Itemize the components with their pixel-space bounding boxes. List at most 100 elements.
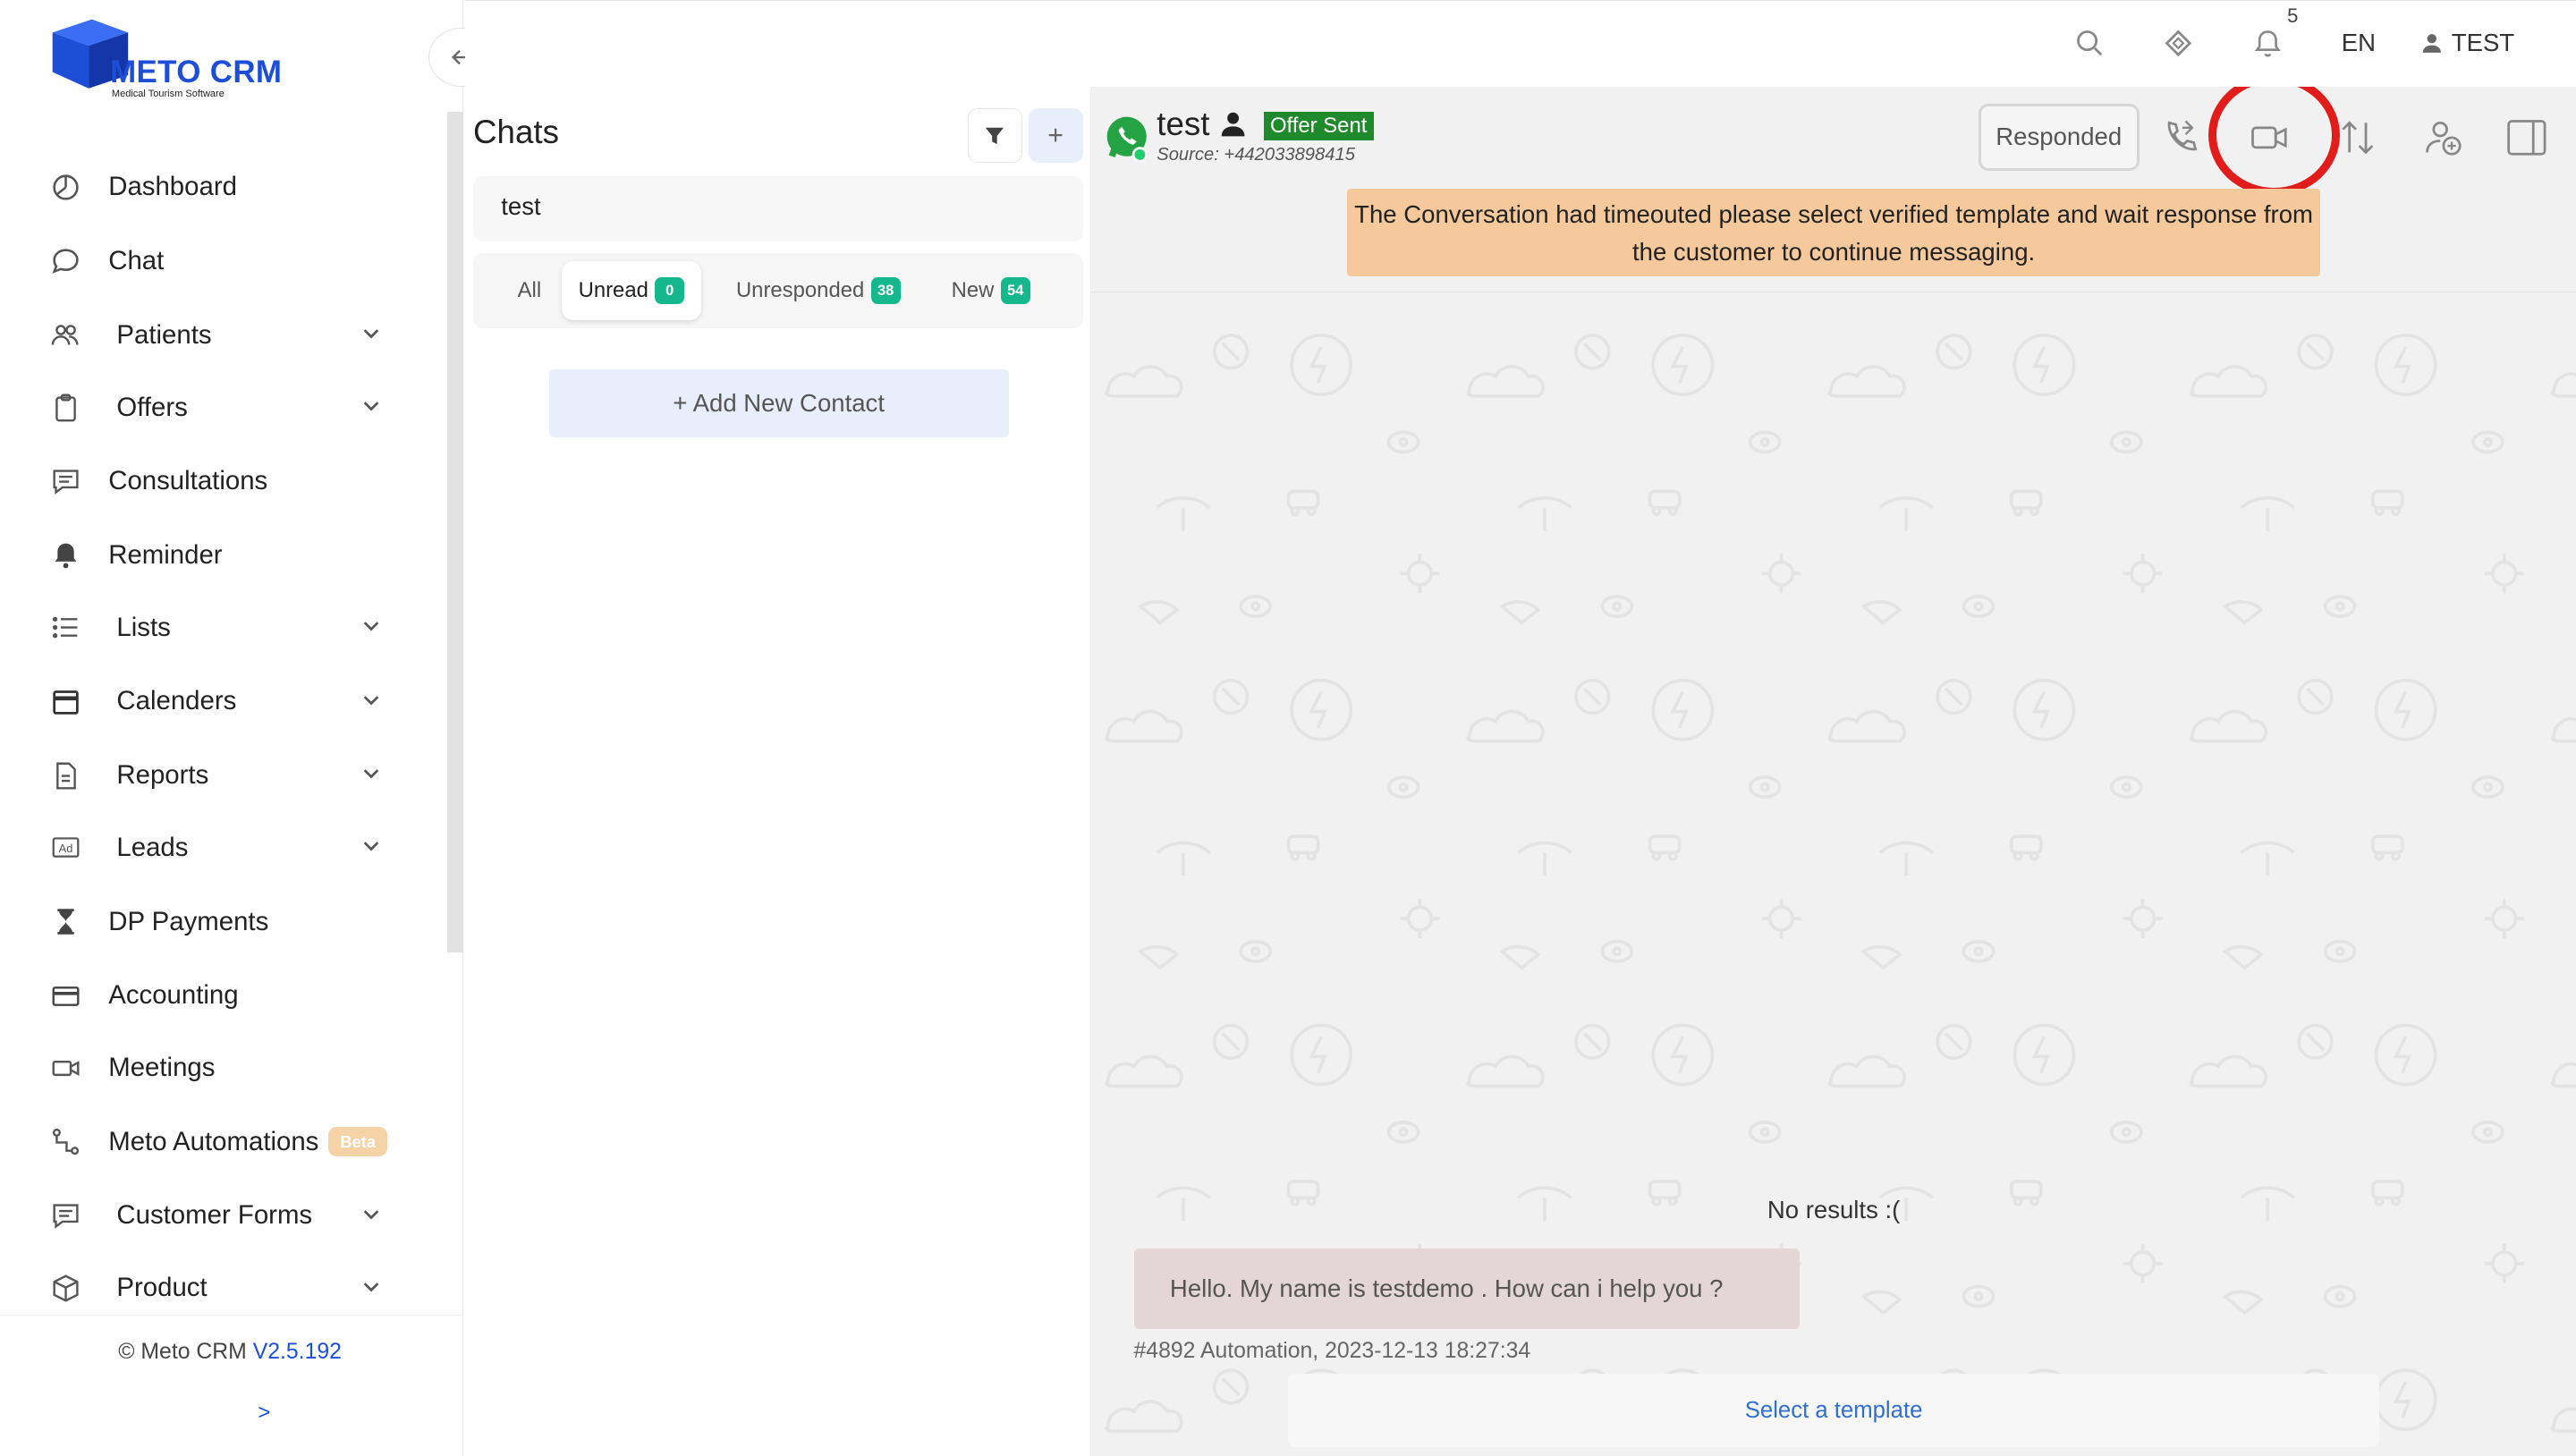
sidebar-item-dashboard[interactable]: Dashboard (49, 167, 411, 207)
sidebar-item-meto-automations[interactable]: Meto Automations Beta (49, 1122, 411, 1162)
notification-count: 5 (2287, 4, 2299, 27)
chevron-down-icon (363, 402, 379, 411)
message-text: Hello. My name is testdemo . How can i h… (1169, 1274, 1724, 1303)
user-icon (2422, 34, 2441, 54)
sidebar-item-customer-forms[interactable]: Customer Forms (49, 1196, 411, 1235)
conversation-header: test Offer Sent Source: +442033898415 Re… (1090, 87, 2576, 292)
sidebar-item-product[interactable]: Product (49, 1268, 411, 1308)
sidebar-item-reports[interactable]: Reports (49, 756, 411, 795)
file-text-icon (49, 759, 82, 792)
chevron-down-icon (363, 695, 379, 706)
sidebar-item-chat[interactable]: Chat (49, 241, 411, 281)
message-bubble: Hello. My name is testdemo . How can i h… (1133, 1249, 1800, 1330)
tab-label: Unresponded (735, 278, 865, 303)
integrations-icon[interactable] (2162, 27, 2195, 60)
sidebar: METO CRM Medical Tourism Software Dashbo… (0, 0, 464, 1456)
flow-icon (49, 1125, 82, 1158)
tab-unresponded[interactable]: Unresponded 38 (720, 261, 917, 320)
sidebar-item-dp-payments[interactable]: DP Payments (49, 902, 411, 942)
chat-search-input[interactable]: test (473, 175, 1083, 242)
sidebar-item-label: Leads (116, 832, 189, 862)
form-icon (49, 1199, 82, 1232)
select-template-button[interactable]: Select a template (1288, 1373, 2379, 1448)
tab-label: New (951, 278, 995, 303)
tab-label: Unread (578, 278, 648, 303)
phone-transfer-icon[interactable] (2161, 116, 2204, 159)
sidebar-item-calenders[interactable]: Calenders (49, 681, 411, 721)
contact-source: Source: +442033898415 (1157, 144, 1355, 165)
conversation-panel: test Offer Sent Source: +442033898415 Re… (1090, 87, 2576, 1456)
sidebar-footer: © Meto CRM V2.5.192 > (0, 1314, 464, 1456)
sidebar-item-patients[interactable]: Patients (49, 316, 411, 355)
sidebar-item-label: Offers (116, 392, 188, 422)
new-count-badge: 54 (1000, 277, 1030, 304)
assign-user-icon[interactable] (2422, 116, 2465, 159)
sidebar-item-label: Reminder (108, 539, 223, 570)
sidebar-item-label: Dashboard (108, 172, 237, 202)
bell-icon (49, 539, 82, 572)
unresponded-count-badge: 38 (870, 277, 901, 304)
hourglass-icon (49, 905, 82, 938)
list-icon (49, 611, 82, 644)
sidebar-item-label: Product (116, 1273, 208, 1303)
brand-logo[interactable]: METO CRM Medical Tourism Software (49, 13, 312, 106)
video-icon (49, 1052, 82, 1085)
box-icon (49, 1272, 82, 1305)
sidebar-item-label: Meto Automations (108, 1126, 319, 1156)
side-panel-icon[interactable] (2505, 116, 2548, 159)
beta-badge: Beta (328, 1127, 387, 1157)
new-chat-button[interactable] (1028, 108, 1083, 163)
tab-new[interactable]: New 54 (935, 261, 1046, 320)
chevron-down-icon (363, 329, 379, 339)
user-name: TEST (2451, 29, 2515, 57)
timeout-banner: The Conversation had timeouted please se… (1347, 189, 2320, 276)
sidebar-item-label: Calenders (116, 686, 237, 716)
sidebar-item-label: Reports (116, 760, 209, 791)
notification-bell-icon[interactable] (2251, 27, 2284, 60)
tab-all[interactable]: All (501, 261, 557, 320)
highlight-circle (2207, 87, 2340, 196)
sidebar-item-consultations[interactable]: Consultations (49, 461, 411, 501)
user-menu[interactable]: TEST (2420, 29, 2514, 57)
sidebar-item-leads[interactable]: Ad Leads (49, 828, 411, 868)
calendar-icon (49, 685, 82, 718)
sidebar-item-meetings[interactable]: Meetings (49, 1048, 411, 1088)
no-results-text: No results :( (1767, 1196, 1901, 1224)
search-icon[interactable] (2073, 27, 2106, 60)
responded-button[interactable]: Responded (1978, 103, 2140, 172)
language-selector[interactable]: EN (2342, 29, 2376, 57)
add-new-contact-button[interactable]: + Add New Contact (548, 369, 1009, 437)
sidebar-item-label: DP Payments (108, 906, 269, 936)
svg-text:Ad: Ad (59, 842, 73, 855)
sidebar-item-accounting[interactable]: Accounting (49, 976, 411, 1015)
chat-filter-tabs: All Unread 0 Unresponded 38 New 54 (473, 252, 1083, 329)
version-link[interactable]: V2.5.192 (253, 1340, 342, 1364)
contact-name[interactable]: test (1157, 106, 1209, 143)
users-icon (49, 318, 82, 351)
message-square-icon (49, 465, 82, 498)
unread-count-badge: 0 (655, 277, 685, 304)
plus-icon (1048, 129, 1063, 142)
sidebar-item-lists[interactable]: Lists (49, 608, 411, 648)
chevron-down-icon (363, 622, 379, 631)
sidebar-item-label: Patients (116, 319, 212, 350)
clipboard-icon (49, 391, 82, 424)
status-badge: Offer Sent (1263, 111, 1374, 140)
credit-card-icon (49, 979, 82, 1012)
top-bar: 5 EN TEST (464, 0, 2576, 88)
tab-unread[interactable]: Unread 0 (562, 261, 701, 321)
filter-button[interactable] (967, 108, 1022, 163)
sidebar-item-label: Accounting (108, 980, 239, 1011)
chats-title: Chats (473, 113, 559, 150)
sidebar-item-label: Customer Forms (116, 1200, 313, 1231)
sidebar-scrollbar[interactable] (446, 111, 464, 953)
whatsapp-icon (1107, 116, 1148, 163)
sidebar-item-label: Consultations (108, 466, 268, 496)
copyright-text: © Meto CRM V2.5.192 (118, 1340, 342, 1365)
chevron-down-icon (363, 1209, 379, 1220)
sidebar-item-offers[interactable]: Offers (49, 388, 411, 427)
sidebar-item-reminder[interactable]: Reminder (49, 536, 411, 575)
sort-transfer-icon[interactable] (2336, 116, 2379, 159)
chevron-down-icon (363, 769, 379, 779)
expand-sidebar-button[interactable]: > (258, 1401, 270, 1426)
